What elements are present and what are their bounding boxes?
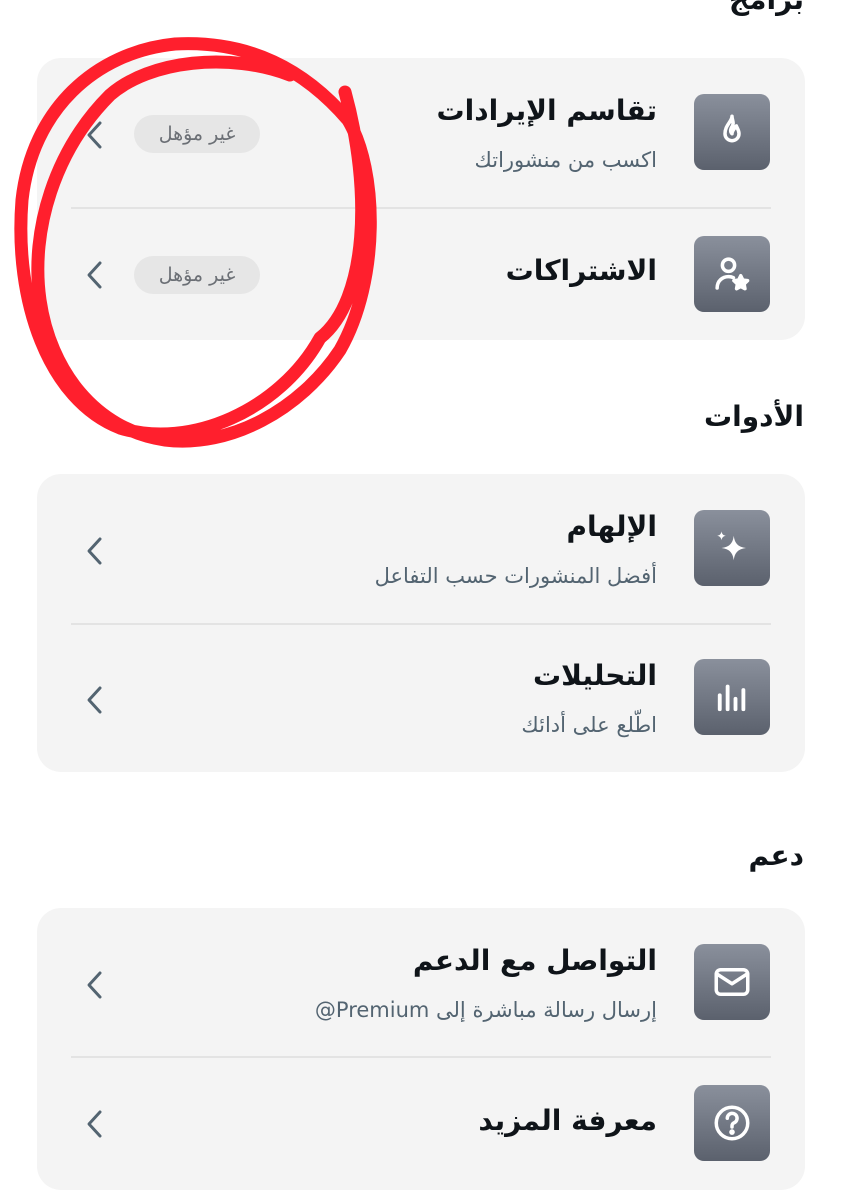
- status-badge: غير مؤهل: [134, 115, 260, 153]
- list-item-analytics[interactable]: التحليلات اطّلع على أدائك: [37, 624, 805, 772]
- row-subtitle: اكسب من منشوراتك: [474, 148, 657, 172]
- chevron-left-icon: [82, 1109, 108, 1138]
- row-title: التواصل مع الدعم: [412, 944, 657, 977]
- chevron-left-icon: [82, 685, 108, 714]
- row-title: تقاسم الإيرادات: [436, 94, 658, 127]
- chevron-left-icon: [82, 536, 108, 565]
- programs-card: تقاسم الإيرادات اكسب من منشوراتك غير مؤه…: [37, 58, 805, 340]
- row-title: الإلهام: [566, 510, 657, 543]
- person-star-icon: [694, 236, 770, 312]
- list-item-revenue-sharing[interactable]: تقاسم الإيرادات اكسب من منشوراتك غير مؤه…: [37, 58, 805, 208]
- row-subtitle: أفضل المنشورات حسب التفاعل: [374, 564, 657, 588]
- section-title-tools: الأدوات: [704, 400, 804, 433]
- chevron-left-icon: [82, 970, 108, 999]
- envelope-icon: [694, 944, 770, 1020]
- row-subtitle: اطّلع على أدائك: [521, 713, 657, 737]
- support-card: التواصل مع الدعم إرسال رسالة مباشرة إلى …: [37, 908, 805, 1190]
- status-badge: غير مؤهل: [134, 256, 260, 294]
- sparkle-icon: [694, 510, 770, 586]
- row-title: الاشتراكات: [505, 254, 657, 287]
- question-circle-icon: [694, 1085, 770, 1161]
- row-subtitle: إرسال رسالة مباشرة إلى Premium@: [314, 998, 657, 1022]
- tools-card: الإلهام أفضل المنشورات حسب التفاعل التحل…: [37, 474, 805, 772]
- row-title: معرفة المزيد: [478, 1104, 657, 1137]
- list-item-contact-support[interactable]: التواصل مع الدعم إرسال رسالة مباشرة إلى …: [37, 908, 805, 1058]
- chevron-left-icon: [82, 120, 108, 149]
- flame-icon: [694, 94, 770, 170]
- list-item-inspiration[interactable]: الإلهام أفضل المنشورات حسب التفاعل: [37, 474, 805, 624]
- section-title-programs: برامج: [729, 0, 804, 14]
- list-item-subscriptions[interactable]: الاشتراكات غير مؤهل: [37, 208, 805, 340]
- bar-chart-icon: [694, 659, 770, 735]
- row-title: التحليلات: [533, 659, 657, 692]
- chevron-left-icon: [82, 260, 108, 289]
- list-item-learn-more[interactable]: معرفة المزيد: [37, 1058, 805, 1190]
- section-title-support: دعم: [748, 839, 804, 872]
